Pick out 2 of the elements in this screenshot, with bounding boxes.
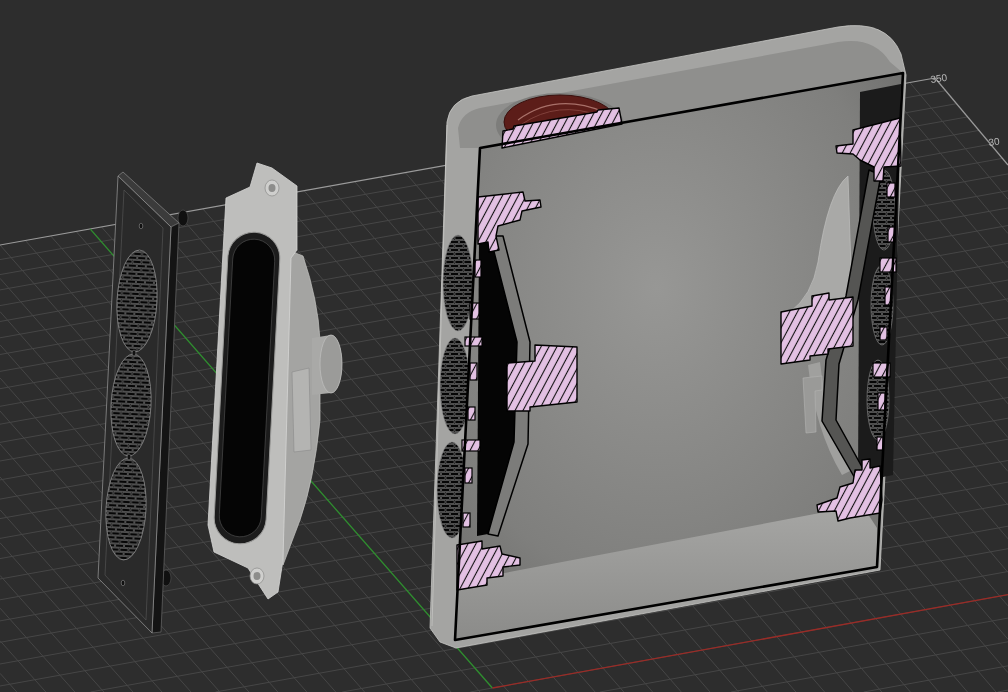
- dimension-label: 350: [929, 71, 948, 85]
- dimension-label: 30: [987, 135, 1001, 148]
